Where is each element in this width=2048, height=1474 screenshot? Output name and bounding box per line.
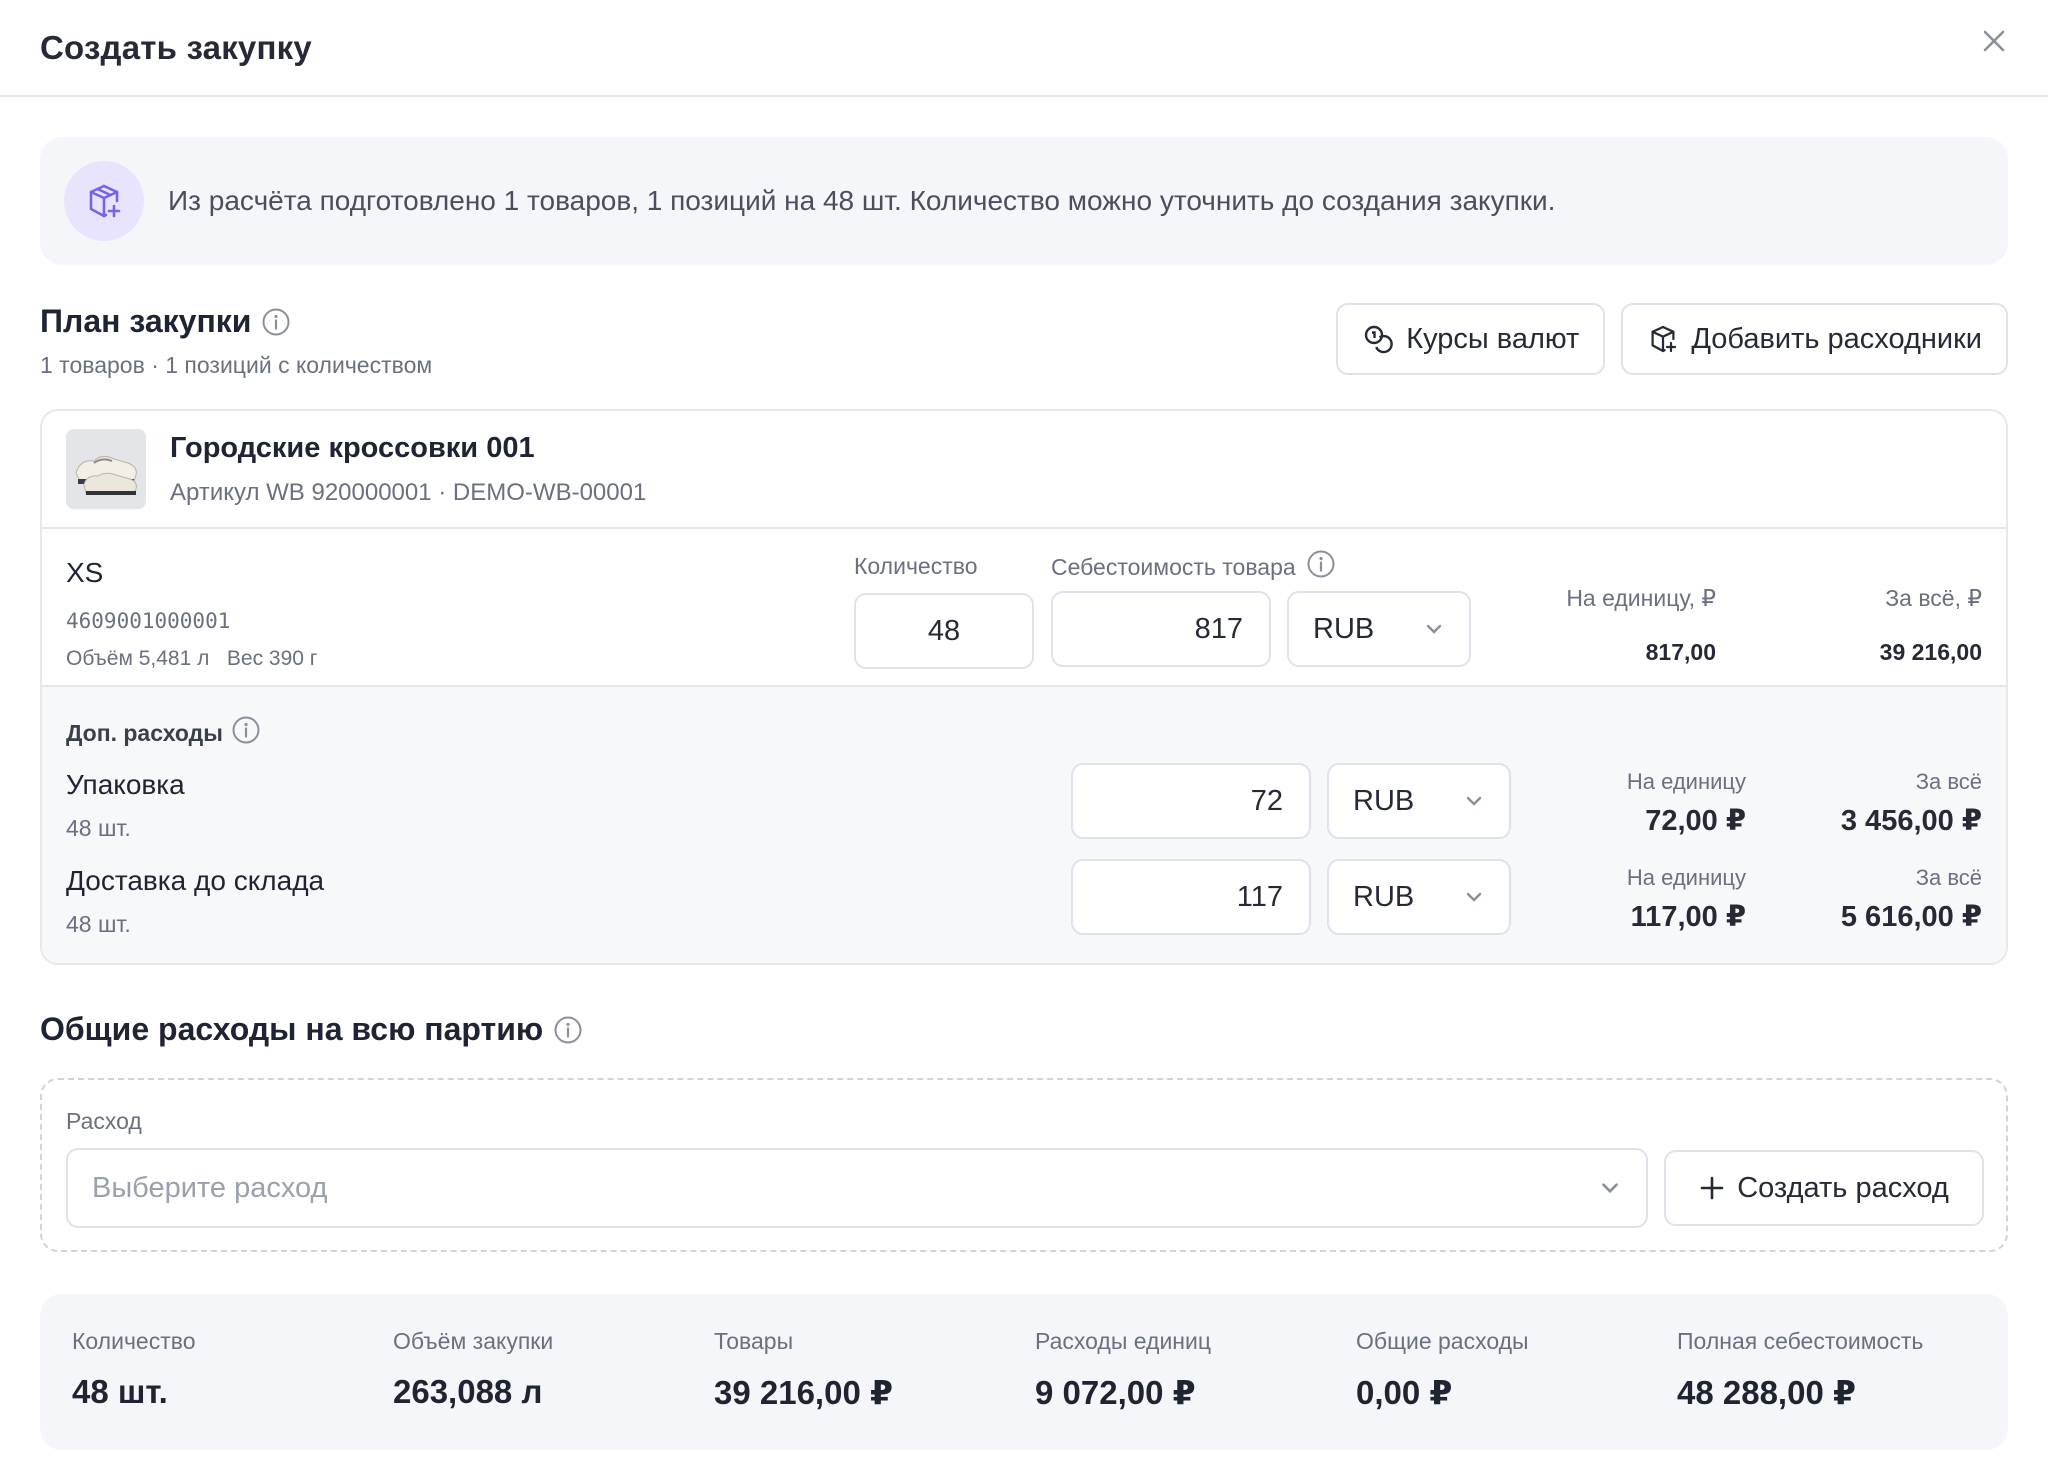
create-cost-label: Создать расход bbox=[1737, 1171, 1949, 1204]
summary-value: 48 288,00 ₽ bbox=[1677, 1374, 1856, 1411]
summary-item: Объём закупки 263,088 л bbox=[393, 1328, 553, 1411]
extra-total-label: За всё bbox=[1915, 865, 1982, 890]
product-header: Городские кроссовки 001 Артикул WB 92000… bbox=[42, 411, 2006, 529]
variant-size: XS bbox=[66, 557, 104, 588]
extra-per-unit-label: На единицу bbox=[1626, 769, 1746, 794]
info-icon[interactable] bbox=[231, 715, 261, 751]
general-costs-box: Расход Выберите расход Создать расход bbox=[40, 1078, 2008, 1252]
per-unit-value: 817,00 bbox=[1645, 639, 1716, 665]
summary-value: 48 шт. bbox=[72, 1373, 168, 1410]
summary-value: 0,00 ₽ bbox=[1356, 1374, 1453, 1411]
extra-item-name: Доставка до склада bbox=[66, 865, 325, 896]
summary-label: Количество bbox=[72, 1328, 196, 1354]
exchange-rates-label: Курсы валют bbox=[1406, 322, 1580, 355]
summary-label: Объём закупки bbox=[393, 1328, 554, 1354]
create-cost-button[interactable]: Создать расход bbox=[1664, 1150, 1984, 1226]
variant-barcode: 4609001000001 bbox=[66, 609, 231, 633]
extra-costs-section: Доп. расходы Упаковка 48 шт. 72 RUB На е… bbox=[42, 687, 2006, 963]
chevron-down-icon bbox=[1602, 1183, 1618, 1194]
quantity-input[interactable]: 48 bbox=[854, 593, 1034, 669]
summary-panel: Количество 48 шт. Объём закупки 263,088 … bbox=[40, 1294, 2008, 1450]
extra-costs-title-row: Доп. расходы bbox=[66, 715, 261, 751]
close-button[interactable] bbox=[1972, 19, 2016, 63]
summary-value: 39 216,00 ₽ bbox=[714, 1374, 893, 1411]
package-plus-icon bbox=[1651, 325, 1677, 353]
extra-per-unit-value: 72,00 ₽ bbox=[1645, 805, 1746, 837]
chevron-down-icon bbox=[1466, 892, 1482, 902]
extra-total-label: За всё bbox=[1915, 769, 1982, 794]
cost-field-label: Расход bbox=[66, 1108, 142, 1134]
plan-header: План закупки 1 товаров · 1 позиций с кол… bbox=[40, 303, 2008, 379]
banner-text: Из расчёта подготовлено 1 товаров, 1 поз… bbox=[168, 185, 1556, 216]
summary-item: Полная себестоимость 48 288,00 ₽ bbox=[1677, 1328, 1923, 1412]
product-thumbnail bbox=[66, 429, 146, 509]
general-costs-title: Общие расходы на всю партию bbox=[40, 1011, 544, 1047]
per-unit-label: На единицу, ₽ bbox=[1566, 585, 1716, 611]
modal-header: Создать закупку bbox=[0, 0, 2048, 97]
extra-currency-select[interactable]: RUB bbox=[1327, 763, 1511, 839]
summary-item: Количество 48 шт. bbox=[72, 1328, 196, 1411]
general-costs-header: Общие расходы на всю партию bbox=[40, 1011, 2008, 1048]
info-icon[interactable] bbox=[261, 307, 291, 337]
total-label: За всё, ₽ bbox=[1885, 585, 1982, 611]
cost-currency-select[interactable]: RUB bbox=[1287, 591, 1471, 667]
extra-costs-title: Доп. расходы bbox=[66, 719, 223, 746]
product-meta: Артикул WB 920000001 · DEMO-WB-00001 bbox=[170, 478, 647, 506]
extra-currency-value: RUB bbox=[1353, 784, 1415, 817]
summary-item: Расходы единиц 9 072,00 ₽ bbox=[1035, 1328, 1211, 1412]
add-consumables-button[interactable]: Добавить расходники bbox=[1621, 303, 2008, 375]
chevron-down-icon bbox=[1466, 796, 1482, 806]
info-banner: Из расчёта подготовлено 1 товаров, 1 поз… bbox=[40, 137, 2008, 265]
summary-label: Товары bbox=[714, 1328, 794, 1354]
add-consumables-label: Добавить расходники bbox=[1691, 322, 1982, 355]
extra-currency-value: RUB bbox=[1353, 880, 1415, 913]
extra-per-unit-value: 117,00 ₽ bbox=[1630, 901, 1746, 933]
extra-per-unit-label: На единицу bbox=[1626, 865, 1746, 890]
summary-label: Общие расходы bbox=[1356, 1328, 1529, 1354]
create-purchase-modal: Создать закупку Из расчёта подготовлено … bbox=[0, 0, 2048, 1474]
summary-label: Полная себестоимость bbox=[1677, 1328, 1924, 1354]
close-icon bbox=[1983, 30, 2005, 51]
plan-title: План закупки bbox=[40, 303, 252, 339]
cost-select[interactable]: Выберите расход bbox=[66, 1148, 1648, 1228]
cost-label-row: Себестоимость товара bbox=[1051, 549, 1336, 585]
cost-label: Себестоимость товара bbox=[1051, 553, 1296, 580]
summary-value: 9 072,00 ₽ bbox=[1035, 1374, 1196, 1411]
extra-item-name: Упаковка bbox=[66, 769, 185, 800]
extra-total-value: 3 456,00 ₽ bbox=[1840, 805, 1982, 837]
cost-currency-value: RUB bbox=[1313, 612, 1375, 645]
extra-currency-select[interactable]: RUB bbox=[1327, 859, 1511, 935]
package-plus-icon bbox=[64, 161, 144, 241]
product-name: Городские кроссовки 001 bbox=[170, 431, 535, 464]
quantity-label: Количество bbox=[854, 553, 978, 579]
variant-dimensions: Объём 5,481 л Вес 390 г bbox=[66, 647, 318, 670]
summary-item: Общие расходы 0,00 ₽ bbox=[1356, 1328, 1529, 1412]
extra-total-value: 5 616,00 ₽ bbox=[1840, 901, 1982, 933]
summary-item: Товары 39 216,00 ₽ bbox=[714, 1328, 893, 1412]
info-icon[interactable] bbox=[1306, 549, 1336, 585]
info-icon[interactable] bbox=[553, 1015, 583, 1045]
chevron-down-icon bbox=[1426, 624, 1442, 634]
modal-title: Создать закупку bbox=[40, 28, 312, 66]
extra-item-qty: 48 шт. bbox=[66, 815, 131, 841]
cost-select-placeholder: Выберите расход bbox=[92, 1171, 328, 1204]
extra-amount-input[interactable]: 117 bbox=[1071, 859, 1311, 935]
exchange-rates-button[interactable]: Курсы валют bbox=[1336, 303, 1606, 375]
coins-icon bbox=[1365, 325, 1393, 354]
variant-row: XS 4609001000001 Объём 5,481 л Вес 390 г… bbox=[42, 529, 2006, 687]
summary-value: 263,088 л bbox=[393, 1373, 543, 1410]
extra-amount-input[interactable]: 72 bbox=[1071, 763, 1311, 839]
summary-label: Расходы единиц bbox=[1035, 1328, 1212, 1354]
extra-item-qty: 48 шт. bbox=[66, 911, 131, 937]
plan-subtitle: 1 товаров · 1 позиций с количеством bbox=[40, 352, 433, 378]
cost-input[interactable]: 817 bbox=[1051, 591, 1271, 667]
product-card: Городские кроссовки 001 Артикул WB 92000… bbox=[40, 409, 2008, 965]
plus-icon bbox=[1700, 1176, 1724, 1200]
total-value: 39 216,00 bbox=[1879, 639, 1982, 665]
